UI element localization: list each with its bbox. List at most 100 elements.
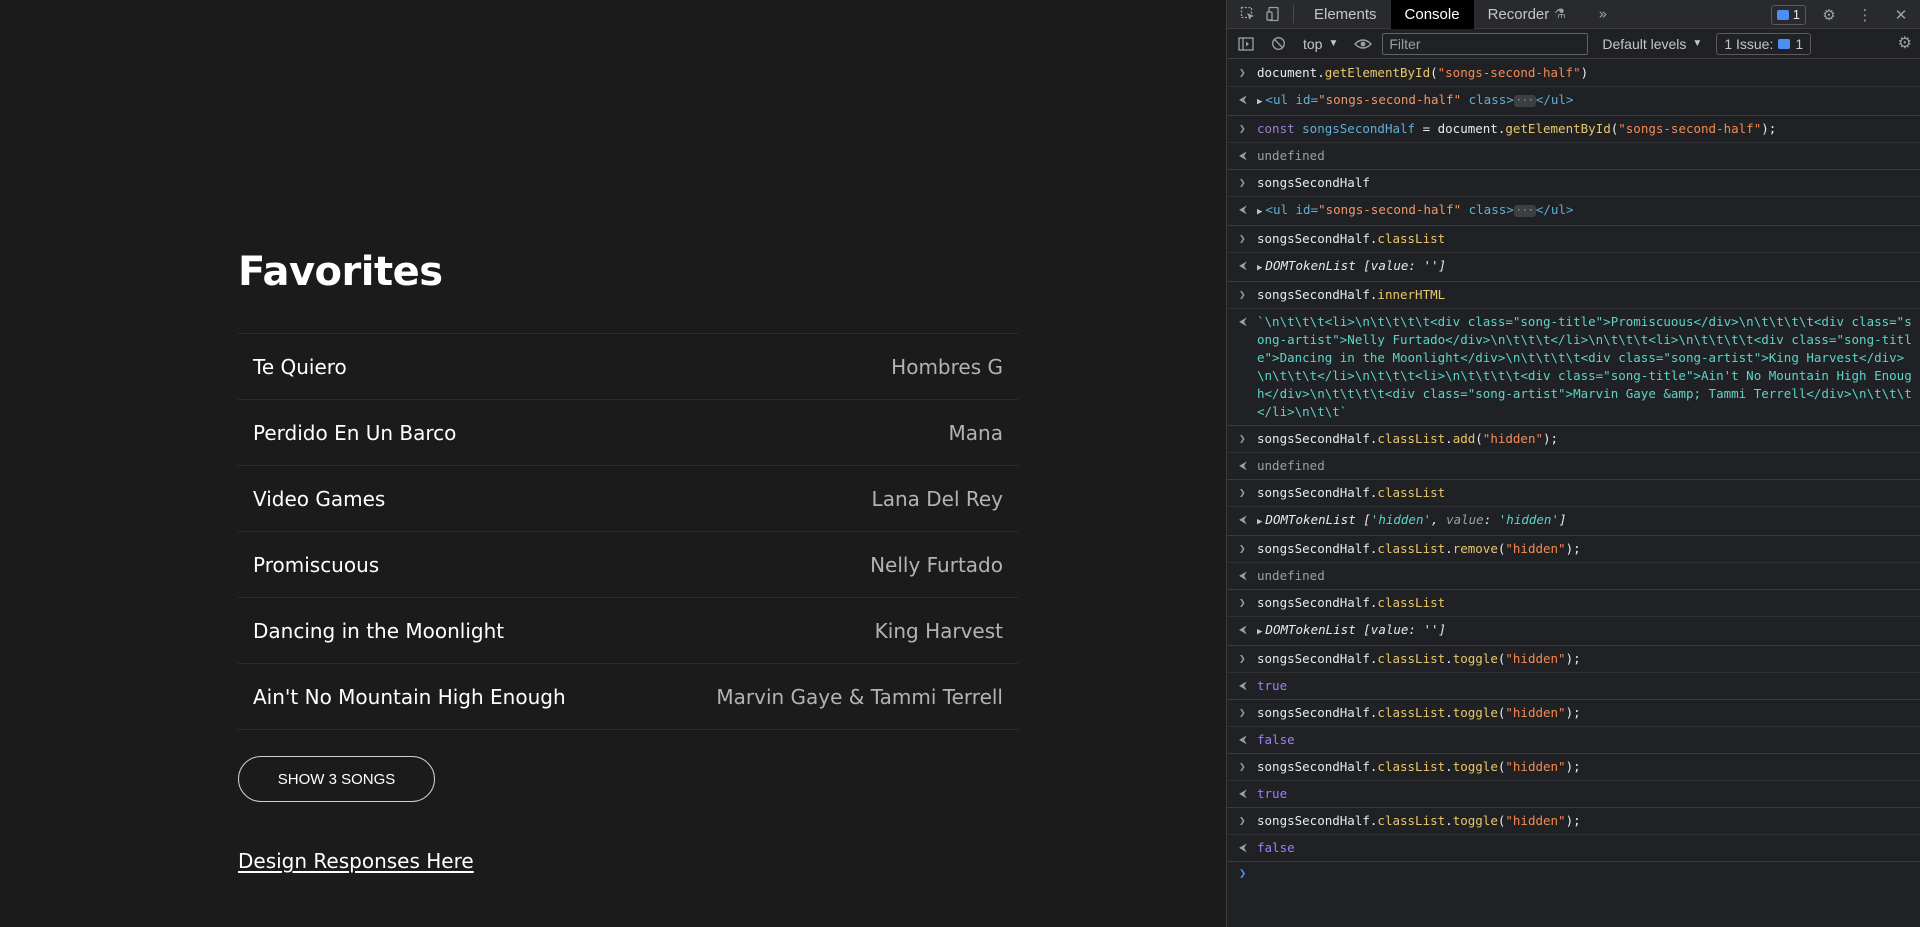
result-arrow-icon: ⮜ <box>1239 513 1247 526</box>
message-count: 1 <box>1792 7 1800 22</box>
ellipsis-icon[interactable]: ··· <box>1513 94 1536 107</box>
console-entry[interactable]: ▶ DOMTokenList ['hidden', value: 'hidden'… <box>1257 511 1913 531</box>
code-token: classList <box>1377 759 1446 774</box>
code-token: toggle <box>1452 813 1498 828</box>
console-prompt[interactable]: ❯ <box>1227 862 1920 884</box>
code-token: <ul id= <box>1265 202 1319 217</box>
dropdown-triangle-icon: ▼ <box>1692 38 1703 49</box>
code-token: songsSecondHalf <box>1257 595 1370 610</box>
song-title: Ain't No Mountain High Enough <box>253 684 566 709</box>
code-token: innerHTML <box>1377 287 1446 302</box>
page-title: Favorites <box>238 249 443 295</box>
clear-console-icon[interactable] <box>1265 31 1291 57</box>
console-input-line: ❯ songsSecondHalf.classList <box>1227 590 1920 617</box>
console-entry[interactable]: ▶ DOMTokenList [value: ''] <box>1257 621 1913 641</box>
live-expression-eye-icon[interactable] <box>1350 31 1376 57</box>
messages-badge[interactable]: 1 <box>1770 4 1806 25</box>
message-icon <box>1776 9 1789 20</box>
song-item: Video Games Lana Del Rey <box>238 466 1018 532</box>
settings-gear-icon[interactable]: ⚙ <box>1816 2 1842 28</box>
song-artist: Mana <box>948 420 1003 445</box>
code-token: const <box>1257 121 1303 136</box>
console-entry[interactable]: ▶ <ul id="songs-second-half" class> ··· </u… <box>1257 201 1913 221</box>
input-chevron-icon: ❯ <box>1239 596 1246 609</box>
console-output: ❯ document.getElementById("songs-second-… <box>1227 60 1920 927</box>
result-arrow-icon: ⮜ <box>1239 679 1247 692</box>
show-songs-button[interactable]: SHOW 3 SONGS <box>238 756 435 802</box>
console-input-line: ❯ songsSecondHalf.classList.toggle("hidd… <box>1227 646 1920 673</box>
expand-triangle-icon[interactable]: ▶ <box>1257 513 1262 531</box>
console-result-line: ⮜ ▶ <ul id="songs-second-half" class> ··· <… <box>1227 87 1920 116</box>
console-input-line: ❯ songsSecondHalf.classList.add("hidden"… <box>1227 426 1920 453</box>
code-token: class> <box>1461 92 1514 107</box>
result-arrow-icon: ⮜ <box>1239 787 1247 800</box>
console-input-line: ❯ songsSecondHalf.classList.remove("hidd… <box>1227 536 1920 563</box>
sidebar-toggle-icon[interactable] <box>1233 31 1259 57</box>
console-result-value: `\n\t\t\t<li>\n\t\t\t\t<div class="song-… <box>1257 314 1912 419</box>
code-token: DOMTokenList <box>1265 258 1356 273</box>
console-result-line: ⮜ false <box>1227 727 1920 754</box>
song-artist: Marvin Gaye & Tammi Terrell <box>716 684 1003 709</box>
expand-triangle-icon[interactable]: ▶ <box>1257 93 1262 111</box>
ellipsis-icon[interactable]: ··· <box>1513 204 1536 217</box>
input-chevron-icon: ❯ <box>1239 66 1246 79</box>
console-result-value: true <box>1257 786 1288 801</box>
code-token: class> <box>1461 202 1514 217</box>
close-icon[interactable]: ✕ <box>1888 2 1914 28</box>
song-artist: King Harvest <box>874 618 1003 643</box>
console-settings-gear-icon[interactable]: ⚙ <box>1898 33 1912 53</box>
console-entry[interactable]: ▶ <ul id="songs-second-half" class> ··· </u… <box>1257 91 1913 111</box>
toolbar-divider <box>1293 5 1294 23</box>
input-chevron-icon: ❯ <box>1239 814 1246 827</box>
input-chevron-icon: ❯ <box>1239 232 1246 245</box>
tab-recorder[interactable]: Recorder ⚗ <box>1474 0 1580 29</box>
console-input-line: ❯ songsSecondHalf.classList <box>1227 480 1920 507</box>
code-token: classList <box>1377 651 1446 666</box>
device-toolbar-icon[interactable] <box>1261 1 1287 27</box>
console-entry: songsSecondHalf.innerHTML <box>1257 287 1446 302</box>
code-token: 'hidden' <box>1370 512 1432 527</box>
song-artist: Nelly Furtado <box>870 552 1003 577</box>
issues-button[interactable]: 1 Issue: 1 <box>1716 32 1812 55</box>
context-selector[interactable]: top ▼ <box>1297 36 1344 52</box>
console-result-line: ⮜ ▶ DOMTokenList ['hidden', value: 'hidde… <box>1227 507 1920 536</box>
code-token: document. <box>1437 121 1506 136</box>
console-input-line: ❯ songsSecondHalf.classList.toggle("hidd… <box>1227 754 1920 781</box>
song-artist: Lana Del Rey <box>871 486 1003 511</box>
song-title: Promiscuous <box>253 552 380 577</box>
expand-triangle-icon[interactable]: ▶ <box>1257 259 1262 277</box>
more-options-icon[interactable]: ⋮ <box>1852 2 1878 28</box>
flask-icon: ⚗ <box>1554 6 1566 21</box>
input-chevron-icon: ❯ <box>1239 706 1246 719</box>
code-token: songsSecondHalf <box>1257 813 1370 828</box>
issues-label: 1 Issue: <box>1724 35 1774 52</box>
tab-elements[interactable]: Elements <box>1300 0 1391 29</box>
result-arrow-icon: ⮜ <box>1239 841 1247 854</box>
expand-triangle-icon[interactable]: ▶ <box>1257 203 1262 221</box>
input-chevron-icon: ❯ <box>1239 486 1246 499</box>
design-responses-link[interactable]: Design Responses Here <box>238 849 474 873</box>
console-entry: songsSecondHalf <box>1257 175 1370 190</box>
code-token: "songs-second-half" <box>1437 65 1581 80</box>
filter-input[interactable] <box>1382 32 1589 55</box>
tab-console[interactable]: Console <box>1390 0 1474 29</box>
song-title: Dancing in the Moonlight <box>253 618 505 643</box>
console-entry: songsSecondHalf.classList.toggle("hidden… <box>1257 813 1581 828</box>
inspect-element-icon[interactable] <box>1235 1 1261 27</box>
result-arrow-icon: ⮜ <box>1239 623 1247 636</box>
log-levels-dropdown[interactable]: Default levels ▼ <box>1602 36 1702 52</box>
code-token: "hidden" <box>1482 431 1544 446</box>
code-token: classList <box>1377 595 1446 610</box>
result-arrow-icon: ⮜ <box>1239 149 1247 162</box>
issues-count: 1 <box>1795 35 1804 52</box>
code-token: getElementById <box>1505 121 1611 136</box>
code-token: "hidden" <box>1505 541 1566 556</box>
code-token: classList <box>1377 813 1446 828</box>
console-input-line: ❯ songsSecondHalf.classList.toggle("hidd… <box>1227 808 1920 835</box>
more-tabs-icon[interactable]: » <box>1590 1 1616 27</box>
expand-triangle-icon[interactable]: ▶ <box>1257 623 1262 641</box>
code-token: "hidden" <box>1505 705 1566 720</box>
console-entry[interactable]: ▶ DOMTokenList [value: ''] <box>1257 257 1913 277</box>
result-arrow-icon: ⮜ <box>1239 459 1247 472</box>
console-result-value: undefined <box>1257 458 1325 473</box>
